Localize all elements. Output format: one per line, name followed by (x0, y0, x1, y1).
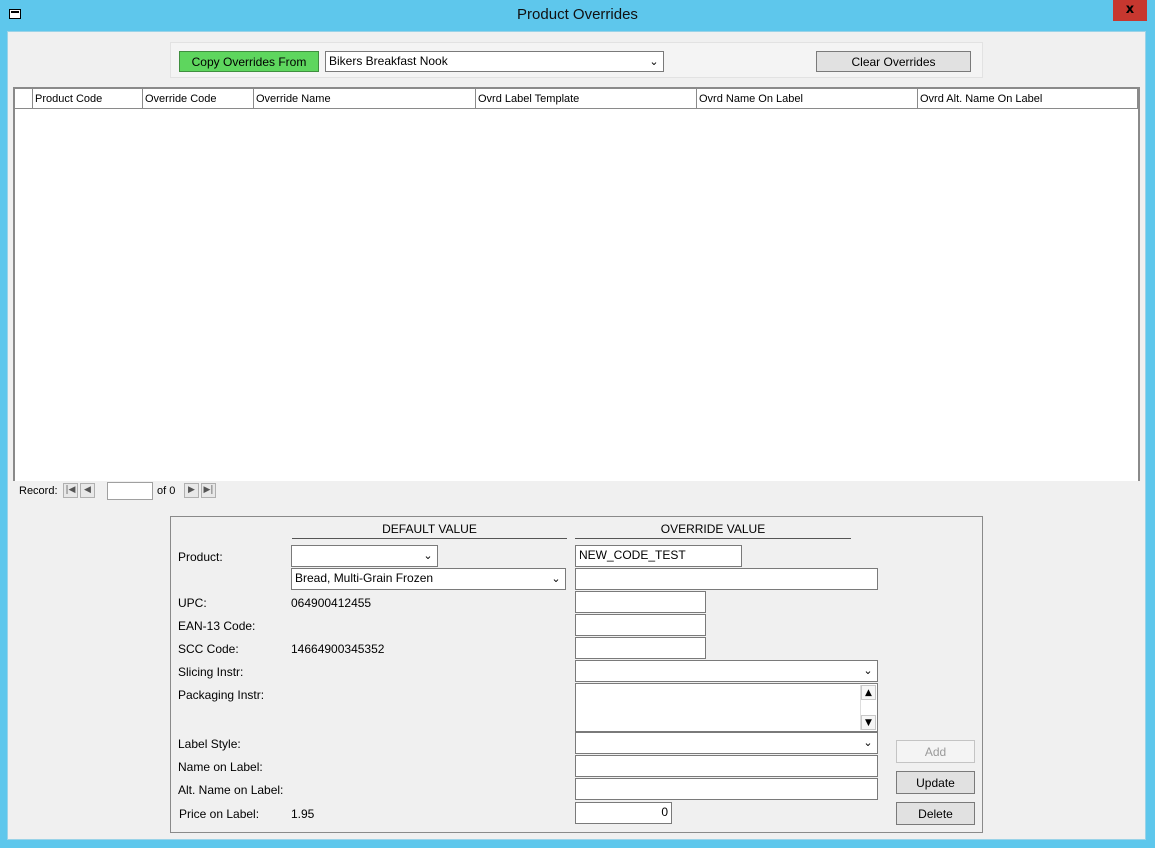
default-product-name-select[interactable]: Bread, Multi-Grain Frozen ⌄ (291, 568, 566, 590)
default-price-value: 1.95 (291, 807, 315, 821)
column-header-ovrd-label-template[interactable]: Ovrd Label Template (476, 89, 697, 109)
slicing-label: Slicing Instr: (178, 665, 244, 679)
packaging-scrollbar[interactable]: ▲ ▼ (860, 685, 876, 730)
copy-overrides-from-button[interactable]: Copy Overrides From (179, 51, 319, 72)
override-product-code-field[interactable]: NEW_CODE_TEST (575, 545, 742, 567)
scroll-down-icon[interactable]: ▼ (861, 715, 876, 730)
override-packaging-textarea[interactable]: ▲ ▼ (575, 683, 878, 732)
previous-record-icon[interactable]: ◀ (80, 483, 95, 498)
window-title: Product Overrides (517, 6, 638, 23)
column-header-product-code[interactable]: Product Code (33, 89, 143, 109)
update-button[interactable]: Update (896, 771, 975, 794)
close-button[interactable]: x (1113, 0, 1147, 21)
column-header-override-code[interactable]: Override Code (143, 89, 254, 109)
row-selector-header[interactable] (15, 89, 33, 109)
chevron-down-icon: ⌄ (423, 549, 433, 562)
column-header-ovrd-name-on-label[interactable]: Ovrd Name On Label (697, 89, 918, 109)
form-client-area: Copy Overrides From Bikers Breakfast Noo… (7, 31, 1146, 840)
override-ean-field[interactable] (575, 614, 706, 636)
name-on-label-label: Name on Label: (178, 760, 263, 774)
default-upc-value: 064900412455 (291, 596, 372, 610)
override-name-on-label-field[interactable] (575, 755, 878, 777)
scc-label: SCC Code: (178, 642, 239, 656)
copy-source-select[interactable]: Bikers Breakfast Nook ⌄ (325, 51, 664, 72)
label-style-label: Label Style: (178, 737, 241, 751)
default-product-code-select[interactable]: ⌄ (291, 545, 438, 567)
add-button[interactable]: Add (896, 740, 975, 763)
ean-label: EAN-13 Code: (178, 619, 256, 633)
record-navigator: Record: |◀ ◀ of 0 ▶ ▶| (13, 481, 1140, 501)
copy-source-value: Bikers Breakfast Nook (329, 54, 448, 68)
copy-overrides-panel: Copy Overrides From Bikers Breakfast Noo… (170, 42, 983, 78)
chevron-down-icon: ⌄ (551, 572, 561, 585)
record-count: of 0 (157, 485, 176, 497)
packaging-label: Packaging Instr: (178, 688, 265, 702)
alt-name-on-label-label: Alt. Name on Label: (178, 783, 284, 797)
next-record-icon[interactable]: ▶ (184, 483, 199, 498)
chevron-down-icon: ⌄ (863, 736, 873, 749)
title-bar: Product Overrides x (0, 0, 1155, 31)
override-scc-field[interactable] (575, 637, 706, 659)
chevron-down-icon: ⌄ (649, 55, 659, 68)
override-detail-panel: DEFAULT VALUE OVERRIDE VALUE Product: ⌄ … (170, 516, 983, 833)
delete-button[interactable]: Delete (896, 802, 975, 825)
override-upc-field[interactable] (575, 591, 706, 613)
record-number-input[interactable] (107, 482, 153, 500)
override-label-style-select[interactable]: ⌄ (575, 732, 878, 754)
price-on-label-label: Price on Label: (179, 807, 260, 821)
default-product-name-value: Bread, Multi-Grain Frozen (295, 571, 434, 585)
first-record-icon[interactable]: |◀ (63, 483, 78, 498)
override-product-name-field[interactable] (575, 568, 878, 590)
clear-overrides-button[interactable]: Clear Overrides (816, 51, 971, 72)
product-label: Product: (178, 550, 223, 564)
override-price-field[interactable]: 0 (575, 802, 672, 824)
grid-header: Product Code Override Code Override Name… (15, 89, 1138, 109)
default-scc-value: 14664900345352 (291, 642, 385, 656)
upc-label: UPC: (178, 596, 207, 610)
column-header-override-name[interactable]: Override Name (254, 89, 476, 109)
column-header-ovrd-alt-name-on-label[interactable]: Ovrd Alt. Name On Label (918, 89, 1138, 109)
override-value-header: OVERRIDE VALUE (575, 522, 851, 539)
chevron-down-icon: ⌄ (863, 664, 873, 677)
override-slicing-select[interactable]: ⌄ (575, 660, 878, 682)
scroll-up-icon[interactable]: ▲ (861, 685, 876, 700)
default-value-header: DEFAULT VALUE (292, 522, 567, 539)
override-alt-name-field[interactable] (575, 778, 878, 800)
last-record-icon[interactable]: ▶| (201, 483, 216, 498)
record-label: Record: (19, 485, 58, 497)
overrides-grid[interactable]: Product Code Override Code Override Name… (13, 87, 1140, 501)
